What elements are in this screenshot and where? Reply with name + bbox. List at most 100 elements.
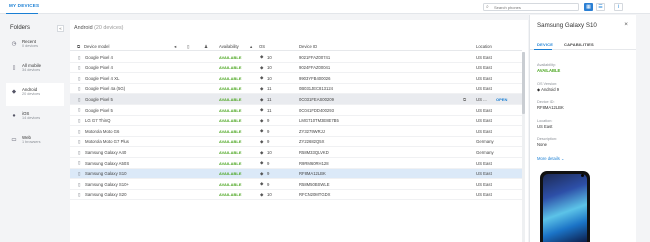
device-id: R58M33QLVKD: [299, 149, 329, 155]
device-model: Google Pixel 4a (5G): [85, 86, 126, 92]
device-location: US ...: [476, 96, 487, 102]
more-details-link[interactable]: More details ⌄: [537, 156, 564, 161]
device-location: US East: [476, 65, 492, 71]
col-device-model[interactable]: Device model: [84, 44, 109, 49]
person-icon[interactable]: ♟: [204, 44, 208, 50]
folders-title: Folders: [10, 25, 31, 31]
device-id: LMG710TM3E8E7B5: [299, 118, 339, 124]
app: MY DEVICES ⌕ ▦ ☰ i Folders « ◷ Recent 0 …: [0, 0, 650, 242]
device-model: Samsung Galaxy S10+: [85, 181, 130, 187]
phone-icon: ▯: [78, 139, 81, 145]
device-model: Google Pixel 4: [85, 65, 113, 71]
table-row[interactable]: ▯ Google Pixel 4 AVAILABLE ◆ 10 9024FFAZ…: [70, 63, 522, 74]
table-header: ⧉ Device model ◂ ▯ ♟ Availability ▴ OS D…: [70, 42, 522, 51]
apple-icon: ●: [12, 113, 16, 119]
search-box[interactable]: ⌕: [483, 3, 579, 11]
grid-view-button[interactable]: ▦: [584, 3, 593, 11]
android-icon: ◆: [260, 138, 264, 144]
col-availability[interactable]: Availability: [219, 44, 239, 49]
sort-asc-icon[interactable]: ▴: [250, 44, 252, 50]
table-row-hovered[interactable]: ▯ Google Pixel 5 AVAILABLE ◆ 11 0C031FEA…: [70, 94, 522, 105]
folder-ios[interactable]: ● iOS 14 devices: [6, 107, 64, 130]
table-row[interactable]: ▯ Google Pixel 4a (5G) AVAILABLE ◆ 11 0B…: [70, 84, 522, 95]
col-device-id[interactable]: Device ID: [299, 44, 317, 49]
os-version: 9: [267, 160, 270, 166]
device-model: Samsung Galaxy A50S: [85, 160, 130, 166]
open-device-button[interactable]: OPEN: [496, 97, 507, 102]
table-row[interactable]: ▯ Motorola Moto G6 AVAILABLE ◆ 9 ZY3279W…: [70, 126, 522, 137]
device-id: RF8MA12LBK: [299, 171, 326, 177]
scrollbar-thumb[interactable]: [522, 52, 525, 114]
device-location: US East: [476, 160, 492, 166]
tablet-icon[interactable]: ▯: [187, 44, 190, 50]
device-location: US East: [476, 118, 492, 124]
phone-icon: ▯: [78, 65, 81, 71]
table-row[interactable]: ▯ Samsung Galaxy A50S AVAILABLE ◆ 9 R9RM…: [70, 158, 522, 169]
collapse-sidebar-button[interactable]: «: [57, 25, 64, 32]
speaker-icon[interactable]: ◂: [174, 44, 176, 50]
my-devices-tab[interactable]: MY DEVICES: [9, 3, 39, 8]
device-id: 0C041FDD400293: [299, 107, 334, 113]
list-view-icon: ☰: [598, 4, 603, 10]
folder-recent[interactable]: ◷ Recent 0 devices: [6, 35, 64, 58]
android-icon: ◆: [260, 75, 264, 81]
field-value: AVAILABLE: [537, 68, 561, 73]
device-id: RFCN20MTGDX: [299, 192, 331, 198]
os-version: 9: [267, 171, 270, 177]
monitor-icon: ▭: [11, 137, 17, 143]
folder-count: 34 devices: [22, 68, 41, 72]
device-model: Motorola Moto G7 Plus: [85, 139, 129, 145]
device-list-panel: Android (20 devices) ⧉ Device model ◂ ▯ …: [70, 20, 528, 242]
folders-sidebar: Folders « ◷ Recent 0 devices ▯ All mobil…: [6, 22, 64, 154]
table-row[interactable]: ▯ Samsung Galaxy S20 AVAILABLE ◆ 10 RFCN…: [70, 190, 522, 201]
phone-copy-icon: ⧉: [77, 43, 81, 49]
table-row[interactable]: ▯ Samsung Galaxy S10+ AVAILABLE ◆ 9 R58M…: [70, 179, 522, 190]
device-image: [540, 171, 590, 242]
table-row[interactable]: ▯ LG G7 ThinQ AVAILABLE ◆ 9 LMG710TM3E8E…: [70, 116, 522, 127]
field-description: Description: None: [537, 137, 557, 147]
android-icon: ◆: [260, 64, 264, 70]
list-view-button[interactable]: ☰: [596, 3, 605, 11]
phone-icon: ▯: [78, 160, 81, 166]
folder-title: Android: [74, 25, 93, 31]
android-icon: ◆: [260, 117, 264, 123]
info-button[interactable]: i: [614, 3, 623, 11]
table-scrollbar[interactable]: [522, 52, 525, 242]
availability-status: AVAILABLE: [219, 96, 242, 102]
availability-status: AVAILABLE: [219, 128, 242, 134]
device-location: US East: [476, 181, 492, 187]
field-availability: Availability: AVAILABLE: [537, 63, 560, 73]
table-row[interactable]: ▯ Motorola Moto G7 Plus AVAILABLE ◆ 9 ZY…: [70, 137, 522, 148]
clock-icon: ◷: [11, 41, 17, 47]
device-id: ZY22682Q5X: [299, 139, 325, 145]
table-row[interactable]: ▯ Google Pixel 4 XL AVAILABLE ◆ 10 9903Y…: [70, 73, 522, 84]
table-row[interactable]: ▯ Google Pixel 5 AVAILABLE ◆ 11 0C041FDD…: [70, 105, 522, 116]
folders-header: Folders «: [6, 22, 64, 34]
folder-android[interactable]: ◆ Android 20 devices: [6, 83, 64, 106]
table-row-selected[interactable]: ▯ Samsung Galaxy S10 AVAILABLE ◆ 9 RF8MA…: [70, 168, 522, 180]
os-version: 10: [267, 65, 272, 71]
phone-icon: ▯: [78, 96, 81, 102]
table-row[interactable]: ▯ Google Pixel 4 AVAILABLE ◆ 10 9021FFAZ…: [70, 52, 522, 63]
device-id: ZY3279WRJJ: [299, 128, 325, 134]
tab-capabilities[interactable]: CAPABILITIES: [564, 42, 594, 47]
folder-all-mobile[interactable]: ▯ All mobile 34 devices: [6, 59, 64, 82]
row-actions-icon[interactable]: ⧉: [463, 97, 466, 102]
search-input[interactable]: [494, 4, 574, 10]
android-icon: ◆: [260, 149, 264, 155]
tab-device[interactable]: DEVICE: [537, 42, 553, 47]
phone-icon: ▯: [78, 149, 81, 155]
os-version: 11: [267, 96, 272, 102]
close-icon[interactable]: ×: [624, 21, 628, 28]
device-id: 0B031JEC813124: [299, 86, 333, 92]
android-icon: ◆: [260, 128, 264, 134]
os-version: 10: [267, 149, 272, 155]
folder-web[interactable]: ▭ Web 1 browsers: [6, 131, 64, 154]
device-count: (20 devices): [94, 25, 124, 31]
table-row[interactable]: ▯ Samsung Galaxy A40 AVAILABLE ◆ 10 R58M…: [70, 147, 522, 158]
grid-view-icon: ▦: [586, 4, 591, 10]
android-icon: ◆: [260, 160, 264, 166]
field-location: Location: US East: [537, 119, 552, 129]
col-os[interactable]: OS: [259, 44, 265, 49]
col-location[interactable]: Location: [476, 44, 492, 49]
